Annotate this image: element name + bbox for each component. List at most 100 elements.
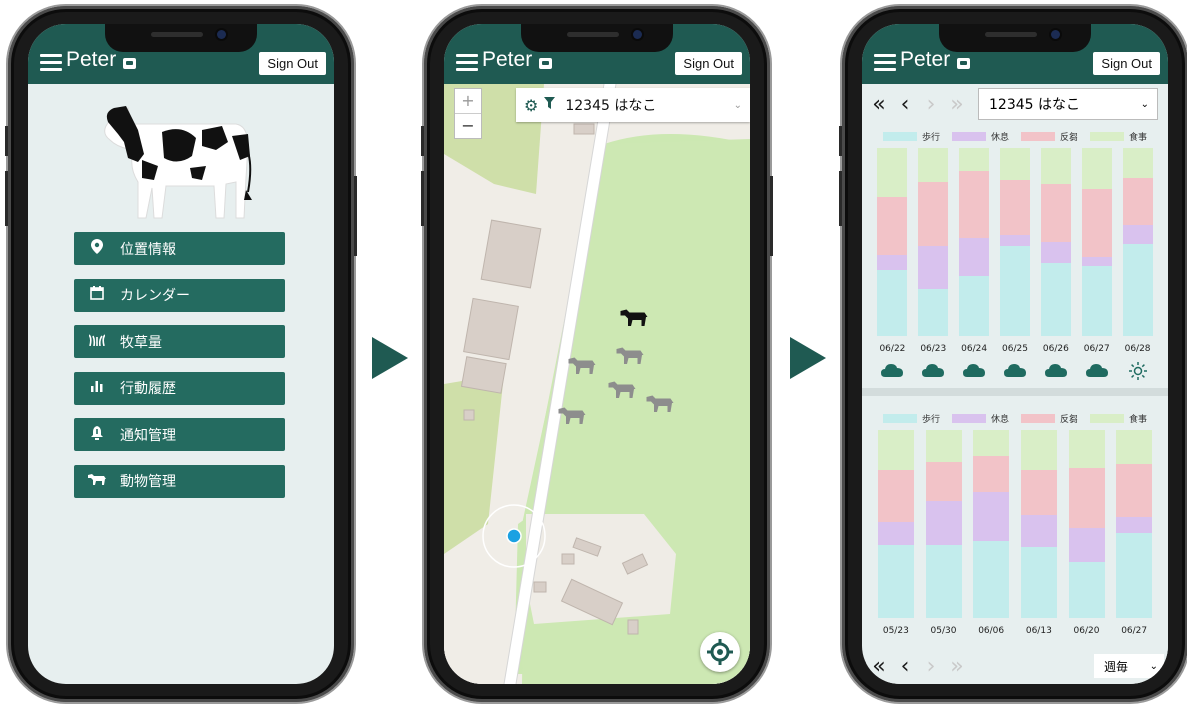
sign-out-button[interactable]: Sign Out — [1093, 52, 1160, 75]
stacked-bar[interactable] — [1116, 430, 1153, 618]
daily-legend: 歩行 休息 反芻 食事 — [862, 130, 1168, 143]
zoom-out-button[interactable]: − — [455, 114, 481, 138]
filter-icon[interactable] — [544, 97, 556, 113]
next-page-icon[interactable]: › — [918, 92, 944, 117]
stacked-bar[interactable] — [1000, 148, 1030, 336]
message-icon[interactable] — [539, 58, 552, 69]
bar-segment — [1040, 262, 1071, 336]
menu-animal-label: 動物管理 — [120, 474, 176, 490]
hamburger-menu-icon[interactable] — [456, 54, 478, 72]
stacked-bar[interactable] — [1040, 148, 1071, 336]
stacked-bar[interactable] — [959, 148, 990, 336]
menu-animal-button[interactable]: 動物管理 — [74, 464, 285, 498]
menu-grass-button[interactable]: 牧草量 — [74, 325, 285, 358]
sun-icon — [1123, 362, 1153, 384]
bar-segment — [877, 255, 908, 271]
menu-history-button[interactable]: 行動履歴 — [74, 371, 285, 405]
bar-segment — [1122, 178, 1153, 226]
bar-segment — [1068, 430, 1105, 468]
stacked-bar[interactable] — [925, 430, 962, 618]
chevron-down-icon: ⌄ — [1140, 98, 1149, 110]
stacked-bar[interactable] — [973, 430, 1010, 618]
bar-segment — [959, 148, 990, 171]
screen-home: Peter Sign Out 位置情報 カレンダー 牧草量 行動履歴 通知管理 … — [28, 24, 334, 684]
map-pin-icon — [88, 239, 106, 258]
date-label: 06/27 — [1121, 626, 1148, 636]
bar-segment — [877, 469, 914, 523]
bar-segment — [1116, 463, 1153, 517]
menu-calendar-button[interactable]: カレンダー — [74, 278, 285, 312]
bar-segment — [925, 544, 962, 618]
hamburger-menu-icon[interactable] — [874, 54, 896, 72]
date-label: 06/25 — [1002, 344, 1028, 354]
bar-segment — [877, 196, 908, 256]
last-page-icon[interactable]: » — [944, 92, 970, 117]
gear-icon[interactable]: ⚙ — [524, 96, 538, 115]
prev-page-icon[interactable]: ‹ — [892, 654, 918, 679]
cloud-icon — [1082, 362, 1112, 381]
bar-segment — [959, 170, 990, 239]
stacked-bar[interactable] — [877, 430, 914, 618]
legend-eating: 食事 — [1129, 415, 1148, 425]
herd-cow-icon[interactable] — [616, 346, 644, 364]
bar-segment — [918, 148, 949, 182]
bar-segment — [877, 148, 908, 197]
bar-segment — [1040, 242, 1071, 263]
phone-frame-3: Peter Sign Out « ‹ › » 12345 はなこ ⌄ 歩行 休息… — [839, 4, 1187, 704]
bar-segment — [1040, 183, 1071, 243]
menu-notification-button[interactable]: 通知管理 — [74, 418, 285, 451]
animal-select[interactable]: 12345 はなこ — [565, 95, 733, 115]
menu-history-label: 行動履歴 — [120, 381, 176, 397]
menu-notification-label: 通知管理 — [120, 427, 176, 444]
stacked-bar[interactable] — [877, 148, 908, 336]
legend-rest: 休息 — [990, 415, 1009, 425]
stacked-bar[interactable] — [1081, 148, 1112, 336]
herd-cow-icon[interactable] — [608, 380, 636, 398]
prev-page-icon[interactable]: ‹ — [892, 92, 918, 117]
animal-select[interactable]: 12345 はなこ ⌄ — [978, 88, 1158, 120]
menu-location-label: 位置情報 — [120, 241, 176, 258]
bar-segment — [959, 275, 990, 336]
herd-cow-icon[interactable] — [568, 356, 596, 374]
sign-out-button[interactable]: Sign Out — [259, 52, 326, 75]
daily-activity-chart — [872, 148, 1158, 336]
legend-eating: 食事 — [1129, 133, 1148, 143]
stacked-bar[interactable] — [1068, 430, 1105, 618]
bar-segment — [877, 270, 908, 336]
first-page-icon[interactable]: « — [866, 654, 892, 679]
bar-segment — [1068, 561, 1105, 618]
stacked-bar[interactable] — [918, 148, 949, 336]
phone-frame-1: Peter Sign Out 位置情報 カレンダー 牧草量 行動履歴 通知管理 … — [5, 4, 357, 704]
message-icon[interactable] — [123, 58, 136, 69]
bar-segment — [925, 461, 962, 502]
herd-cow-icon[interactable] — [646, 394, 674, 412]
bar-segment — [1020, 430, 1057, 470]
date-label: 06/28 — [1124, 344, 1151, 354]
next-page-icon[interactable]: › — [918, 654, 944, 679]
locate-button[interactable] — [700, 632, 740, 672]
last-page-icon[interactable]: » — [944, 654, 970, 679]
date-label: 06/26 — [1042, 344, 1069, 354]
bar-segment — [1068, 467, 1105, 528]
first-page-icon[interactable]: « — [866, 92, 892, 117]
cloud-icon — [877, 362, 907, 381]
zoom-in-button[interactable]: + — [455, 89, 481, 114]
stacked-bar[interactable] — [1020, 430, 1057, 618]
sign-out-button[interactable]: Sign Out — [675, 52, 742, 75]
grass-icon — [88, 333, 106, 350]
bar-segment — [1000, 148, 1030, 180]
weekly-legend: 歩行 休息 反芻 食事 — [862, 412, 1168, 425]
bar-segment — [1081, 189, 1112, 258]
message-icon[interactable] — [957, 58, 970, 69]
period-select[interactable]: 週毎 ⌄ — [1094, 654, 1164, 678]
bar-segment — [1000, 234, 1030, 246]
hamburger-menu-icon[interactable] — [40, 54, 62, 72]
stacked-bar[interactable] — [1122, 148, 1153, 336]
bar-segment — [973, 492, 1010, 541]
target-cow-icon[interactable] — [620, 308, 648, 326]
menu-location-button[interactable]: 位置情報 — [74, 232, 285, 265]
calendar-icon — [88, 286, 106, 304]
date-label: 06/23 — [920, 344, 947, 354]
herd-cow-icon[interactable] — [558, 406, 586, 424]
pasture-map[interactable] — [444, 84, 750, 684]
